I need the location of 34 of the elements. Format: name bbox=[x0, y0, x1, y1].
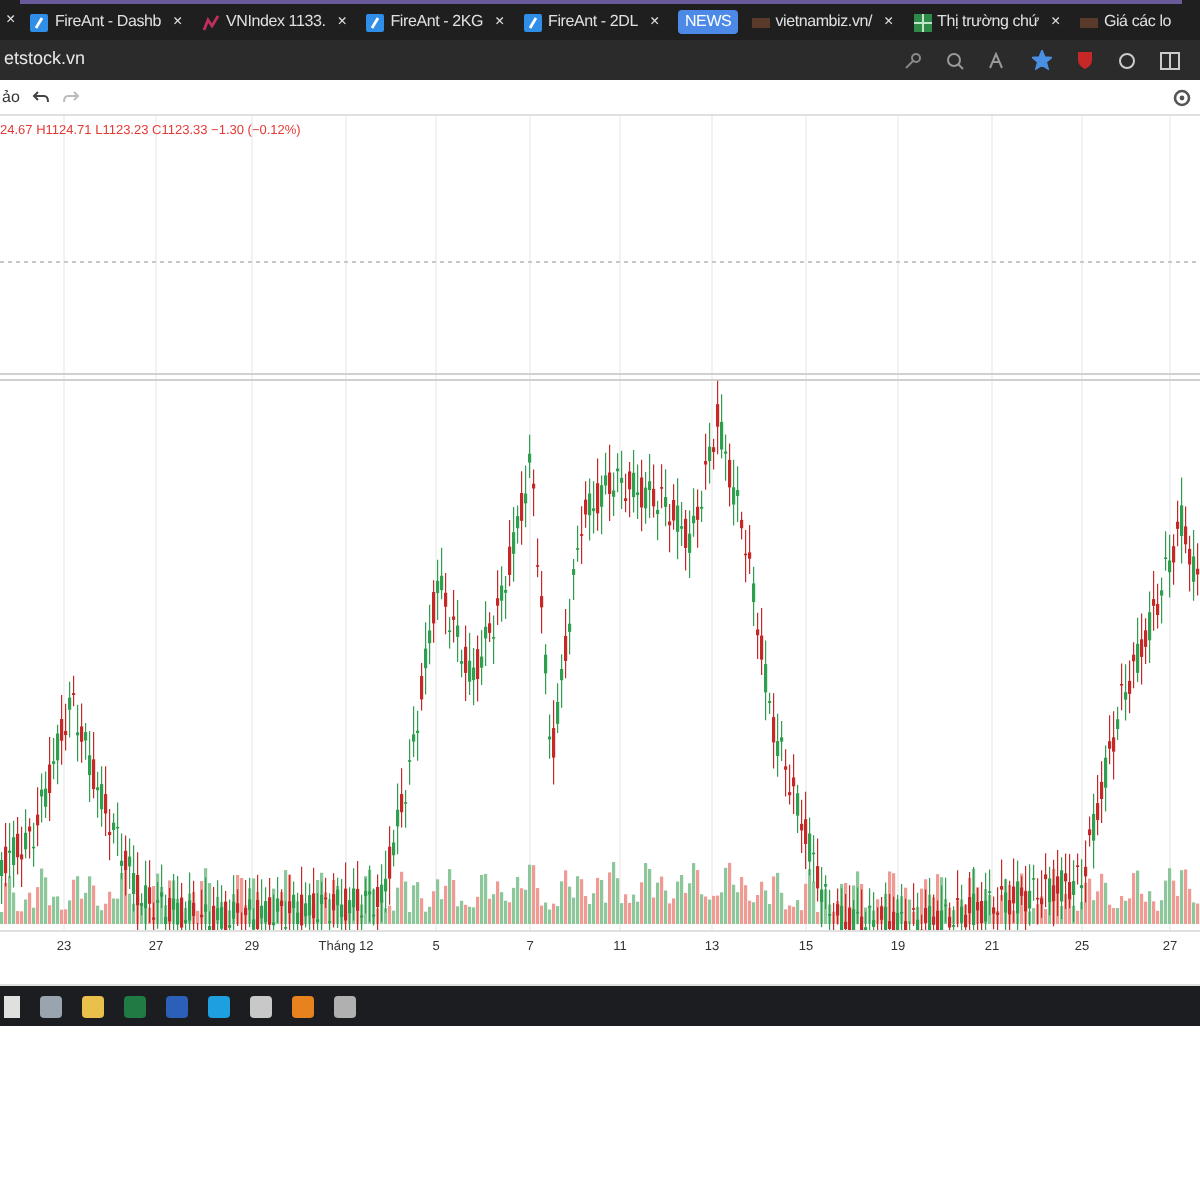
square-icon[interactable] bbox=[292, 995, 314, 1017]
close-icon[interactable]: × bbox=[884, 10, 894, 34]
site-icon bbox=[751, 13, 770, 31]
tab-title: FireAnt - 2KG bbox=[390, 10, 484, 34]
tab-title: FireAnt - 2DL bbox=[548, 10, 638, 34]
toolbar-label[interactable]: ảo bbox=[2, 85, 20, 109]
app-icon bbox=[30, 13, 49, 31]
extension-icon[interactable] bbox=[1118, 51, 1136, 69]
chart-icon bbox=[202, 13, 220, 31]
app-icon bbox=[524, 13, 543, 31]
site-icon bbox=[1079, 13, 1098, 31]
tab-title: VNIndex 1133. bbox=[226, 10, 326, 34]
url-text[interactable]: etstock.vn bbox=[4, 46, 86, 74]
close-icon[interactable]: × bbox=[1050, 10, 1060, 34]
read-aloud-icon[interactable] bbox=[988, 51, 1008, 69]
tab-title: Giá các lo bbox=[1103, 10, 1172, 34]
star-icon[interactable] bbox=[1032, 50, 1052, 70]
settings-icon[interactable] bbox=[1172, 87, 1192, 107]
grid-icon bbox=[913, 13, 932, 31]
news-badge: NEWS bbox=[678, 10, 738, 34]
close-icon[interactable]: × bbox=[337, 10, 347, 34]
close-icon[interactable]: × bbox=[0, 8, 21, 32]
shield-icon[interactable] bbox=[1076, 50, 1094, 70]
key-icon[interactable] bbox=[904, 51, 922, 69]
tab-title: FireAnt - Dashb bbox=[54, 10, 162, 34]
close-icon[interactable]: × bbox=[495, 10, 505, 34]
tab-title: vietnambiz.vn/ bbox=[775, 10, 873, 34]
close-icon[interactable]: × bbox=[650, 10, 659, 34]
undo-icon[interactable] bbox=[31, 89, 50, 105]
split-screen-icon[interactable] bbox=[1160, 51, 1180, 69]
tab-title: Thị trường chứ bbox=[937, 10, 1039, 34]
app-icon bbox=[366, 13, 385, 31]
close-icon[interactable]: × bbox=[173, 10, 182, 34]
zoom-icon[interactable] bbox=[946, 51, 964, 69]
